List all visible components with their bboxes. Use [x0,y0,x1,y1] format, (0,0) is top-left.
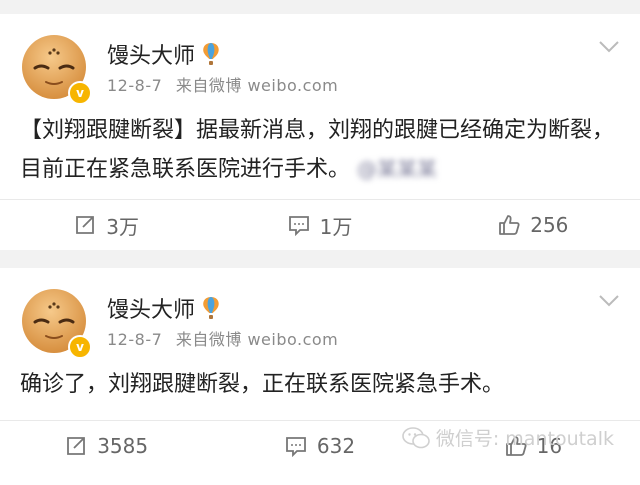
comment-button[interactable]: 1万 [213,200,426,250]
post-meta: 12-8-7 来自微博 weibo.com [107,326,346,350]
repost-icon [67,437,86,455]
chevron-down-icon[interactable] [598,294,620,308]
action-bar: 3万 1万 256 [0,200,640,250]
post-source[interactable]: 来自微博 weibo.com [176,76,338,95]
comment-count: 1万 [319,214,353,239]
post-meta: 12-8-7 来自微博 weibo.com [107,72,346,96]
like-button[interactable]: 16 [427,421,640,471]
blurred-mention: @某某某 [357,157,438,181]
like-count: 256 [530,213,569,237]
username[interactable]: 馒头大师 [107,38,221,70]
repost-button[interactable]: 3585 [0,421,213,471]
thumbs-up-icon [505,436,527,456]
hot-air-balloon-icon [203,297,219,319]
chevron-down-icon[interactable] [598,40,620,54]
comment-count: 632 [316,434,356,458]
post-source[interactable]: 来自微博 weibo.com [176,330,338,349]
post-text: 确诊了，刘翔跟腱断裂，正在联系医院紧急手术。 [20,372,505,397]
post-content: 确诊了，刘翔跟腱断裂，正在联系医院紧急手术。 [20,366,620,404]
repost-count: 3万 [106,214,140,239]
like-count: 16 [536,434,563,458]
repost-count: 3585 [97,434,149,458]
comment-button[interactable]: 632 [213,421,426,471]
thumbs-up-icon [499,215,520,235]
username[interactable]: 馒头大师 [107,292,221,324]
weibo-post-1: v 馒头大师 12-8-7 来自微博 weibo.com 【刘翔跟腱断裂】据最新… [0,14,640,250]
comment-icon [288,216,309,236]
hot-air-balloon-icon [203,43,219,65]
post-date: 12-8-7 [107,76,163,95]
post-date: 12-8-7 [107,330,163,349]
action-bar: 3585 632 16 [0,421,640,471]
post-content: 【刘翔跟腱断裂】据最新消息，刘翔的跟腱已经确定为断裂，目前正在紧急联系医院进行手… [20,112,620,189]
weibo-post-2: v 馒头大师 12-8-7 来自微博 weibo.com 确诊了，刘翔跟腱断裂，… [0,268,640,485]
repost-button[interactable]: 3万 [0,200,213,250]
like-button[interactable]: 256 [427,200,640,250]
repost-icon [76,216,95,234]
verified-badge-icon: v [68,335,92,359]
post-text: 【刘翔跟腱断裂】据最新消息，刘翔的跟腱已经确定为断裂，目前正在紧急联系医院进行手… [20,118,615,182]
username-label[interactable]: 馒头大师 [107,38,195,70]
username-label[interactable]: 馒头大师 [107,292,195,324]
verified-badge-icon: v [68,81,92,105]
comment-icon [285,437,306,457]
